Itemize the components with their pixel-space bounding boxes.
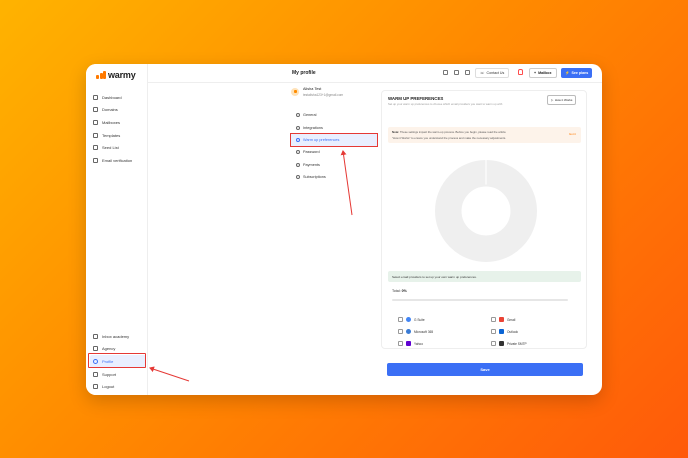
arrow-to-warm-up-tab bbox=[340, 150, 353, 216]
app-window: warmy Dashboard Domains Mailboxes Templa… bbox=[86, 64, 602, 395]
arrow-to-profile bbox=[149, 366, 190, 382]
annotation-arrows bbox=[149, 150, 353, 382]
